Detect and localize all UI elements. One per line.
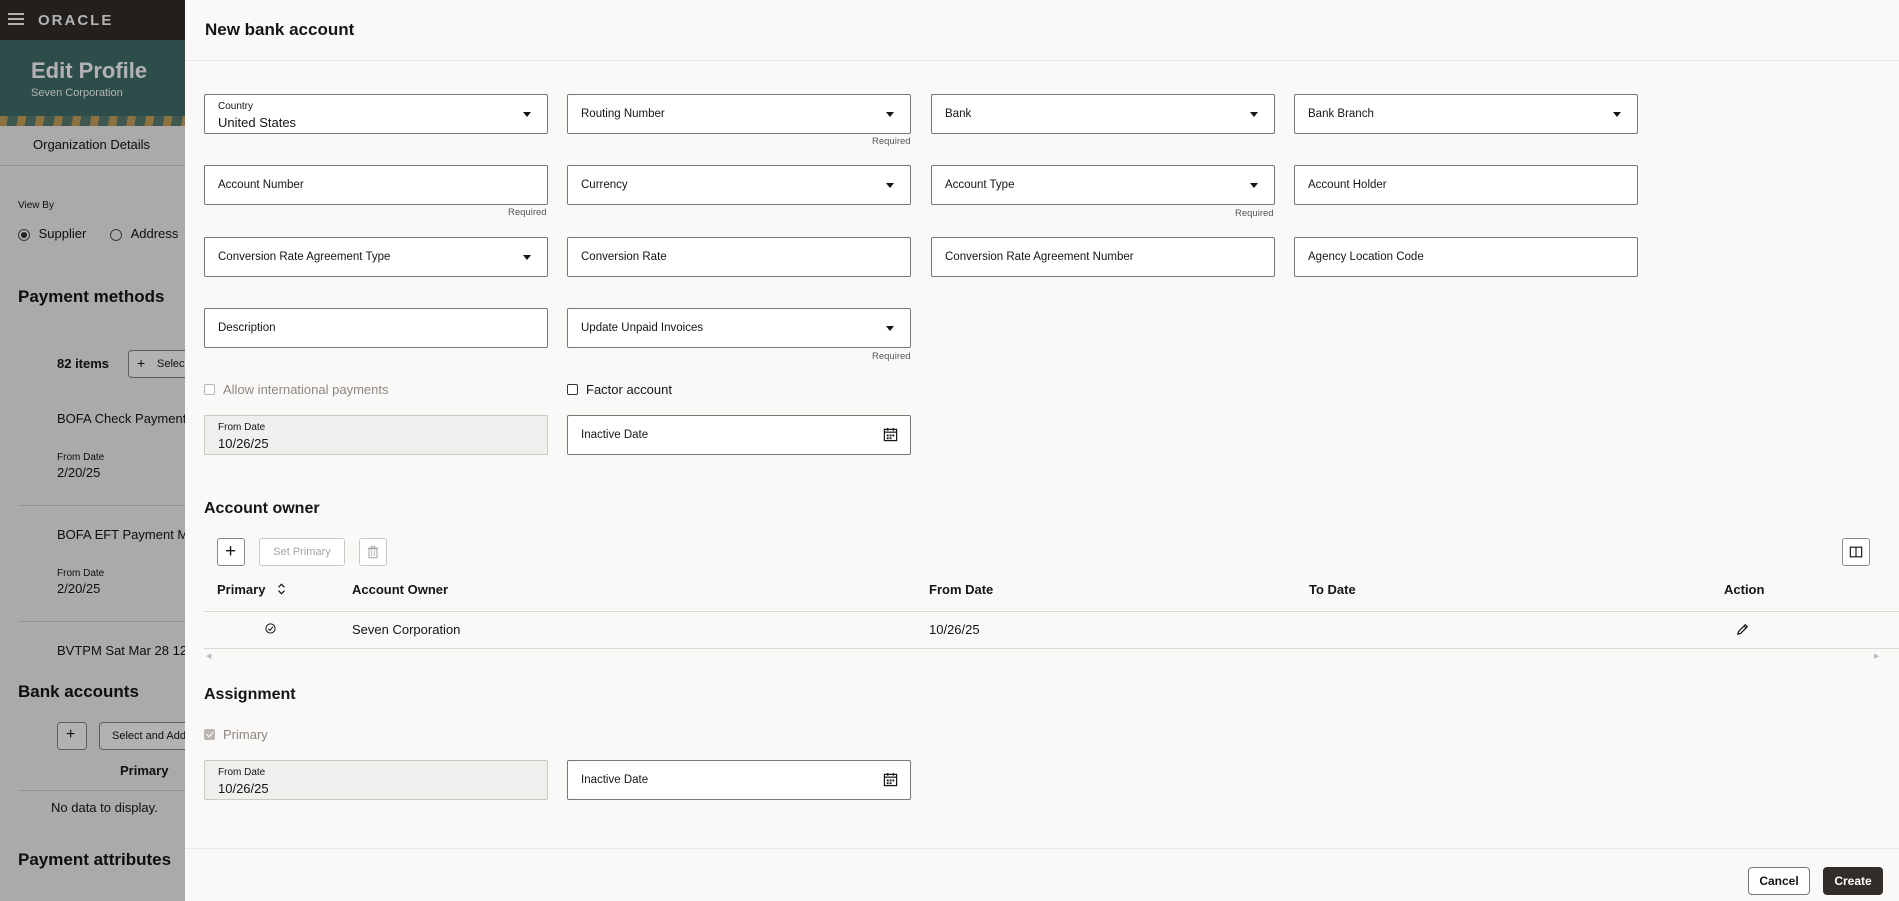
- chevron-down-icon: [523, 255, 531, 260]
- allow-international-payments-label: Allow international payments: [223, 382, 389, 397]
- chevron-down-icon: [1613, 112, 1621, 117]
- account-holder-input[interactable]: Account Holder: [1294, 165, 1638, 205]
- primary-check-icon: [265, 623, 276, 634]
- assignment-inactive-date-input[interactable]: Inactive Date: [567, 760, 911, 800]
- cancel-button[interactable]: Cancel: [1748, 867, 1810, 895]
- update-unpaid-invoices-label: Update Unpaid Invoices: [581, 322, 704, 334]
- account-owner-column-header[interactable]: Account Owner: [352, 582, 448, 597]
- required-hint: Required: [872, 136, 911, 147]
- conversion-rate-agreement-number-input[interactable]: Conversion Rate Agreement Number: [931, 237, 1275, 277]
- sort-icon: [278, 583, 285, 595]
- trash-icon: [367, 545, 379, 559]
- from-date-field: From Date 10/26/25: [204, 415, 548, 455]
- column-layout-button[interactable]: [1842, 538, 1870, 566]
- create-button[interactable]: Create: [1823, 867, 1883, 895]
- from-date-column-header[interactable]: From Date: [929, 582, 993, 597]
- assignment-primary-checkbox: [204, 729, 215, 740]
- conversion-rate-label: Conversion Rate: [581, 251, 667, 263]
- new-bank-account-drawer: New bank account Country United States R…: [185, 0, 1899, 901]
- from-date-value: 10/26/25: [218, 781, 269, 796]
- country-label: Country: [218, 101, 254, 112]
- chevron-down-icon: [1250, 183, 1258, 188]
- currency-select[interactable]: Currency: [567, 165, 911, 205]
- modal-overlay[interactable]: [0, 0, 185, 901]
- routing-number-label: Routing Number: [581, 108, 665, 120]
- bank-branch-select[interactable]: Bank Branch: [1294, 94, 1638, 134]
- account-type-select[interactable]: Account Type: [931, 165, 1275, 205]
- chevron-down-icon: [886, 326, 894, 331]
- add-owner-button[interactable]: +: [217, 538, 245, 566]
- plus-icon: +: [225, 541, 237, 562]
- account-holder-label: Account Holder: [1308, 179, 1387, 191]
- table-row-divider: [204, 648, 1899, 649]
- chevron-down-icon: [886, 183, 894, 188]
- description-input[interactable]: Description: [204, 308, 548, 348]
- conversion-rate-agreement-type-select[interactable]: Conversion Rate Agreement Type: [204, 237, 548, 277]
- from-date-label: From Date: [218, 767, 266, 778]
- from-date-value: 10/26/25: [218, 436, 269, 451]
- required-hint: Required: [508, 207, 547, 218]
- calendar-icon[interactable]: [883, 772, 898, 787]
- scroll-left-icon[interactable]: ◀: [206, 652, 211, 660]
- set-primary-button[interactable]: Set Primary: [259, 538, 345, 566]
- conversion-rate-input[interactable]: Conversion Rate: [567, 237, 911, 277]
- country-select[interactable]: Country United States: [204, 94, 548, 134]
- footer-divider: [185, 848, 1899, 849]
- chevron-down-icon: [1250, 112, 1258, 117]
- currency-label: Currency: [581, 179, 628, 191]
- account-type-label: Account Type: [945, 179, 1015, 191]
- bank-label: Bank: [945, 108, 972, 120]
- owner-cell: Seven Corporation: [352, 622, 461, 637]
- bank-branch-label: Bank Branch: [1308, 108, 1374, 120]
- primary-column-label: Primary: [217, 582, 266, 597]
- from-date-cell: 10/26/25: [929, 622, 980, 637]
- inactive-date-label: Inactive Date: [581, 774, 649, 786]
- chevron-down-icon: [523, 112, 531, 117]
- scroll-right-icon[interactable]: ▶: [1874, 652, 1879, 660]
- factor-account-checkbox[interactable]: [567, 384, 578, 395]
- table-header-divider: [204, 611, 1899, 612]
- required-hint: Required: [1235, 208, 1274, 219]
- from-date-label: From Date: [218, 422, 266, 433]
- country-value: United States: [218, 115, 297, 130]
- calendar-icon[interactable]: [883, 427, 898, 442]
- inactive-date-label: Inactive Date: [581, 429, 649, 441]
- edit-pencil-icon[interactable]: [1736, 623, 1749, 636]
- inactive-date-input[interactable]: Inactive Date: [567, 415, 911, 455]
- factor-account-label: Factor account: [586, 382, 672, 397]
- delete-owner-button[interactable]: [359, 538, 387, 566]
- agency-location-code-label: Agency Location Code: [1308, 251, 1424, 263]
- bank-select[interactable]: Bank: [931, 94, 1275, 134]
- primary-column-header[interactable]: Primary: [217, 582, 286, 597]
- drawer-title: New bank account: [205, 20, 355, 39]
- required-hint: Required: [872, 351, 911, 362]
- assignment-primary-label: Primary: [223, 727, 268, 742]
- account-number-label: Account Number: [218, 179, 304, 191]
- routing-number-select[interactable]: Routing Number: [567, 94, 911, 134]
- account-number-input[interactable]: Account Number: [204, 165, 548, 205]
- agency-location-code-input[interactable]: Agency Location Code: [1294, 237, 1638, 277]
- header-divider: [185, 60, 1899, 61]
- description-label: Description: [218, 322, 276, 334]
- conversion-rate-agreement-type-label: Conversion Rate Agreement Type: [218, 251, 391, 263]
- allow-international-payments-checkbox[interactable]: [204, 384, 215, 395]
- conversion-rate-agreement-number-label: Conversion Rate Agreement Number: [945, 251, 1134, 263]
- update-unpaid-invoices-select[interactable]: Update Unpaid Invoices: [567, 308, 911, 348]
- assignment-heading: Assignment: [204, 686, 296, 703]
- chevron-down-icon: [886, 112, 894, 117]
- columns-icon: [1849, 546, 1863, 558]
- assignment-from-date-field: From Date 10/26/25: [204, 760, 548, 800]
- to-date-column-header[interactable]: To Date: [1309, 582, 1356, 597]
- action-column-header: Action: [1724, 582, 1765, 597]
- account-owner-heading: Account owner: [204, 500, 320, 517]
